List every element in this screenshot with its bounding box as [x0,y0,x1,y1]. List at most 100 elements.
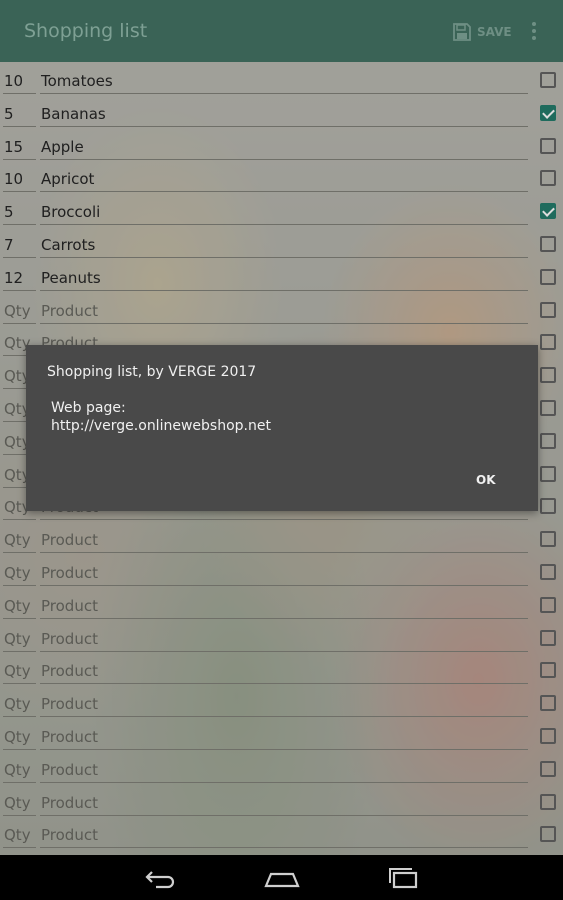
item-checkbox[interactable] [540,531,556,548]
qty-input[interactable]: 15 [4,138,23,156]
item-checkbox[interactable] [540,400,556,416]
product-underline [40,191,528,193]
qty-underline [3,781,36,783]
qty-input[interactable]: 5 [4,105,14,123]
item-checkbox[interactable] [540,629,556,646]
qty-input[interactable]: Qty [4,695,31,713]
item-checkbox[interactable] [540,793,556,810]
list-item: 15 Apple [0,132,563,165]
list-item: 10 Tomatoes [0,66,563,99]
back-icon[interactable] [140,866,180,890]
item-checkbox[interactable] [540,170,556,187]
item-checkbox[interactable] [540,695,556,712]
qty-input[interactable]: Qty [4,794,31,812]
product-input[interactable]: Product [41,531,98,549]
product-input[interactable]: Product [41,695,98,713]
product-input[interactable]: Product [41,302,98,320]
dialog-title: Shopping list, by VERGE 2017 [47,364,257,380]
dialog-web-label: Web page: [51,400,126,416]
dialog-url[interactable]: http://verge.onlinewebshop.net [51,418,271,434]
list-item: Qty Product [0,525,563,558]
qty-input[interactable]: 7 [4,236,14,254]
product-underline [40,814,528,816]
item-checkbox[interactable] [540,104,556,121]
qty-underline [3,847,36,849]
about-dialog: Shopping list, by VERGE 2017 Web page: h… [26,345,538,511]
recents-icon[interactable] [384,866,424,890]
item-checkbox[interactable] [540,268,556,285]
qty-input[interactable]: 10 [4,72,23,90]
home-icon[interactable] [262,866,302,890]
product-input[interactable]: Product [41,761,98,779]
product-input[interactable]: Product [41,826,98,844]
product-input[interactable]: Product [41,794,98,812]
qty-input[interactable]: Qty [4,728,31,746]
item-checkbox[interactable] [540,760,556,777]
item-checkbox[interactable] [540,203,556,220]
list-item: Qty Product [0,820,563,853]
item-checkbox[interactable] [540,662,556,679]
product-underline [40,585,528,586]
item-checkbox[interactable] [540,137,556,154]
product-input[interactable]: Product [41,564,98,582]
qty-input[interactable]: Qty [4,531,31,549]
save-icon [453,23,471,41]
product-underline [40,716,528,718]
qty-input[interactable]: 10 [4,170,23,188]
save-button[interactable]: SAVE [452,20,512,44]
list-item: 10 Apricot [0,164,563,197]
qty-input[interactable]: Qty [4,302,31,320]
product-underline [40,519,528,521]
qty-underline [3,650,36,652]
product-input[interactable]: Apricot [41,170,94,188]
product-input[interactable]: Product [41,597,98,615]
list-item: Qty Product [0,558,563,591]
product-input[interactable]: Apple [41,138,84,156]
app-title: Shopping list [24,20,148,42]
item-checkbox[interactable] [540,826,556,843]
qty-input[interactable]: Qty [4,597,31,615]
qty-input[interactable]: 5 [4,203,14,221]
product-input[interactable]: Peanuts [41,269,101,287]
qty-underline [3,585,36,586]
product-underline [40,158,528,160]
item-checkbox[interactable] [540,236,556,252]
product-input[interactable]: Broccoli [41,203,100,221]
item-checkbox[interactable] [540,564,556,580]
qty-input[interactable]: 12 [4,269,23,287]
item-checkbox[interactable] [540,728,556,744]
qty-underline [3,716,36,718]
qty-input[interactable]: Qty [4,564,31,582]
item-checkbox[interactable] [540,432,556,449]
ok-button[interactable]: OK [476,473,496,487]
list-item: Qty Product [0,722,563,755]
qty-underline [3,125,36,127]
overflow-menu-icon[interactable] [526,20,542,42]
product-underline [40,224,528,226]
product-input[interactable]: Carrots [41,236,95,254]
product-underline [40,257,528,258]
item-checkbox[interactable] [540,72,556,88]
product-input[interactable]: Bananas [41,105,106,123]
item-checkbox[interactable] [540,465,556,482]
item-checkbox[interactable] [540,596,556,613]
product-input[interactable]: Tomatoes [41,72,113,90]
list-item: Qty Product [0,296,563,329]
product-input[interactable]: Product [41,662,98,680]
qty-input[interactable]: Qty [4,630,31,648]
item-checkbox[interactable] [540,301,556,318]
qty-underline [3,322,36,324]
qty-input[interactable]: Qty [4,662,31,680]
qty-input[interactable]: Qty [4,761,31,779]
qty-underline [3,93,36,94]
list-item: 5 Bananas [0,99,563,132]
product-underline [40,650,528,652]
product-input[interactable]: Product [41,728,98,746]
qty-input[interactable]: Qty [4,826,31,844]
item-checkbox[interactable] [540,498,556,515]
item-checkbox[interactable] [540,334,556,351]
product-input[interactable]: Product [41,630,98,648]
qty-underline [3,519,36,521]
product-underline [40,322,528,324]
item-checkbox[interactable] [540,367,556,384]
